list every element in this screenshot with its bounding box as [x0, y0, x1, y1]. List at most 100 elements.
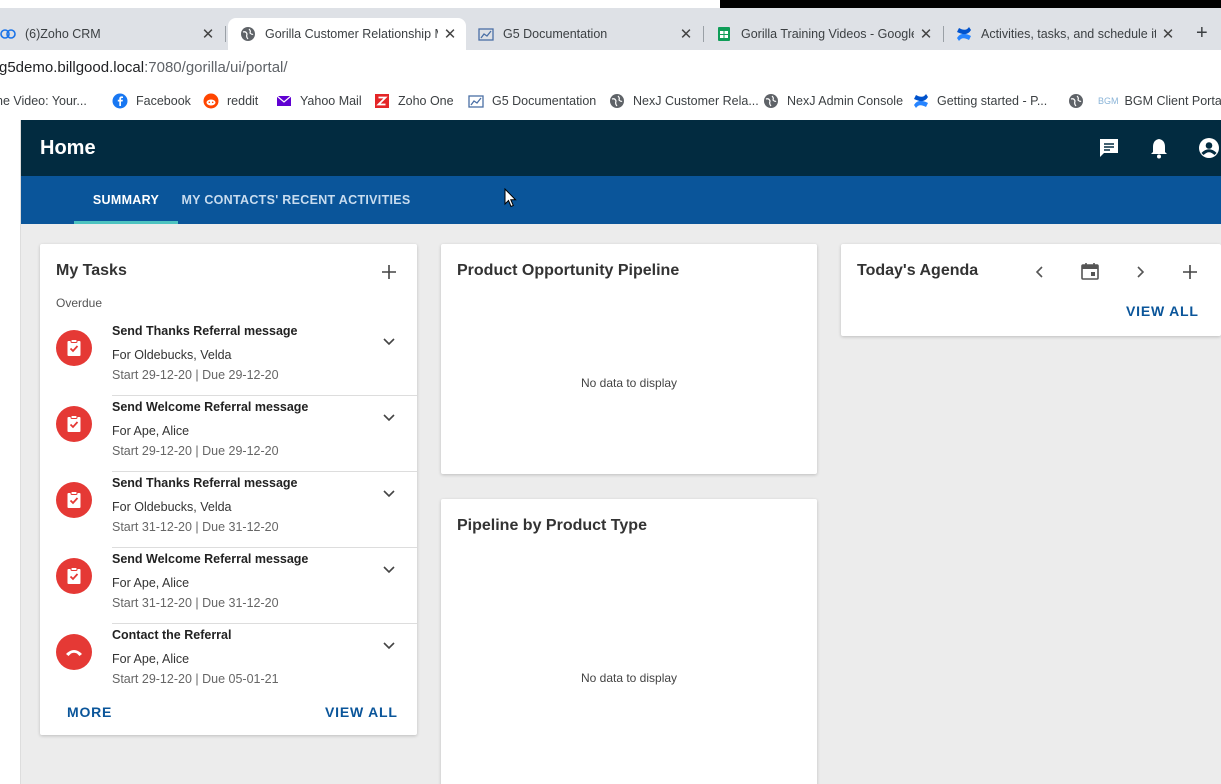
task-contact: For Ape, Alice: [112, 576, 190, 590]
new-tab-button[interactable]: +: [1196, 22, 1208, 45]
previous-day-button[interactable]: [1031, 263, 1049, 281]
chevron-down-icon[interactable]: [380, 636, 398, 654]
task-title: Send Thanks Referral message: [112, 324, 298, 338]
tab-label: SUMMARY: [92, 193, 160, 207]
clipboard-check-icon: [56, 558, 92, 594]
window-top-edge-dark: [720, 0, 1221, 8]
view-all-agenda-button[interactable]: VIEW ALL: [1126, 303, 1199, 319]
account-icon[interactable]: [1197, 136, 1221, 160]
pipeline-by-type-title: Pipeline by Product Type: [457, 517, 647, 534]
tab-summary[interactable]: SUMMARY: [74, 176, 178, 224]
task-item[interactable]: Send Thanks Referral message For Oldebuc…: [40, 320, 417, 396]
bookmark-zoho-one[interactable]: Zoho One: [374, 85, 454, 117]
tab-separator: [225, 26, 226, 42]
calendar-button[interactable]: [1080, 261, 1100, 281]
bookmark-bgm-client-portal[interactable]: BGM BGM Client Portal: [1068, 85, 1221, 117]
calendar-icon: [1081, 263, 1099, 280]
zoho-crm-icon: [0, 26, 16, 42]
tab-title: Activities, tasks, and schedule ite: [981, 27, 1156, 41]
page-title: Home: [40, 137, 96, 159]
url-path: :7080/gorilla/ui/portal/: [144, 59, 288, 76]
window-top-edge: [0, 0, 720, 8]
bell-icon[interactable]: [1147, 136, 1171, 160]
bookmark-label: Getting started - P...: [937, 94, 1048, 108]
bookmark-facebook[interactable]: Facebook: [112, 85, 191, 117]
plus-icon: [382, 265, 396, 279]
clipboard-check-icon: [56, 482, 92, 518]
no-data-message: No data to display: [580, 671, 678, 685]
bookmark-getting-started[interactable]: Getting started - P...: [913, 85, 1047, 117]
tab-close-button[interactable]: ✕: [1160, 25, 1176, 43]
tab-title: (6)Zoho CRM: [25, 27, 101, 41]
chevron-down-icon[interactable]: [380, 484, 398, 502]
tab-close-button[interactable]: ✕: [442, 25, 458, 43]
browser-tab-zoho-crm[interactable]: (6)Zoho CRM ✕: [0, 18, 226, 50]
bookmark-nexj-customer[interactable]: NexJ Customer Rela...: [609, 85, 759, 117]
app-header: Home: [21, 120, 1221, 176]
crm-app: Home SUMMARY MY CONTACTS' RECENT ACTIVIT…: [21, 120, 1221, 784]
bookmark-reddit[interactable]: reddit: [203, 85, 258, 117]
agenda-card: Today's Agenda VIEW ALL: [841, 244, 1221, 336]
bookmark-video[interactable]: ne Video: Your...: [0, 85, 87, 117]
add-task-button[interactable]: [380, 263, 398, 281]
chevron-down-icon[interactable]: [380, 332, 398, 350]
task-dates: Start 31-12-20 | Due 31-12-20: [112, 596, 279, 610]
task-item[interactable]: Send Welcome Referral message For Ape, A…: [40, 396, 417, 472]
no-data-message: No data to display: [580, 376, 678, 390]
tab-recent-activities[interactable]: MY CONTACTS' RECENT ACTIVITIES: [180, 176, 412, 224]
yahoo-mail-icon: [276, 93, 292, 109]
my-tasks-title: My Tasks: [56, 262, 127, 279]
browser-tab-activities[interactable]: Activities, tasks, and schedule ite ✕: [946, 18, 1186, 50]
g5-docs-icon: [478, 26, 494, 42]
my-tasks-card: My Tasks Overdue Send Thanks Referral me…: [40, 244, 417, 735]
browser-tab-training-videos[interactable]: Gorilla Training Videos - Google S ✕: [706, 18, 944, 50]
tab-close-button[interactable]: ✕: [918, 25, 934, 43]
browser-tab-gorilla-crm[interactable]: Gorilla Customer Relationship Ma ✕: [228, 18, 466, 50]
tab-title: G5 Documentation: [503, 27, 608, 41]
task-contact: For Ape, Alice: [112, 652, 190, 666]
facebook-icon: [112, 93, 128, 109]
chevron-right-icon: [1137, 266, 1145, 278]
bookmark-g5-documentation[interactable]: G5 Documentation: [468, 85, 596, 117]
bookmark-nexj-admin[interactable]: NexJ Admin Console: [763, 85, 903, 117]
task-title: Send Welcome Referral message: [112, 400, 309, 414]
task-dates: Start 29-12-20 | Due 05-01-21: [112, 672, 279, 686]
view-all-tasks-button[interactable]: VIEW ALL: [325, 704, 398, 720]
pipeline-by-type-card: Pipeline by Product Type No data to disp…: [441, 499, 817, 784]
left-rail: [0, 120, 21, 784]
summary-nav: SUMMARY MY CONTACTS' RECENT ACTIVITIES: [21, 176, 1221, 224]
globe-icon: [240, 26, 256, 42]
g5-docs-icon: [468, 93, 484, 109]
mouse-cursor-icon: [504, 187, 518, 213]
task-item[interactable]: Contact the Referral For Ape, Alice Star…: [40, 624, 417, 700]
task-dates: Start 29-12-20 | Due 29-12-20: [112, 368, 279, 382]
tab-close-button[interactable]: ✕: [678, 25, 694, 43]
reddit-icon: [203, 93, 219, 109]
add-agenda-item-button[interactable]: [1181, 263, 1199, 281]
bookmark-label: reddit: [227, 94, 259, 108]
address-bar[interactable]: g5demo.billgood.local:7080/gorilla/ui/po…: [0, 50, 1221, 85]
pipeline-card: Product Opportunity Pipeline No data to …: [441, 244, 817, 474]
agenda-title: Today's Agenda: [857, 262, 979, 279]
tab-label: MY CONTACTS' RECENT ACTIVITIES: [181, 193, 411, 207]
browser-tab-g5-documentation[interactable]: G5 Documentation ✕: [468, 18, 704, 50]
bookmark-label: Facebook: [136, 94, 191, 108]
chevron-down-icon[interactable]: [380, 560, 398, 578]
url-text[interactable]: g5demo.billgood.local:7080/gorilla/ui/po…: [0, 59, 288, 76]
bgm-icon: BGM: [1098, 96, 1119, 106]
more-button[interactable]: MORE: [67, 704, 112, 720]
task-item[interactable]: Send Welcome Referral message For Ape, A…: [40, 548, 417, 624]
task-contact: For Ape, Alice: [112, 424, 190, 438]
task-item[interactable]: Send Thanks Referral message For Oldebuc…: [40, 472, 417, 548]
bookmark-yahoo-mail[interactable]: Yahoo Mail: [276, 85, 362, 117]
globe-icon: [609, 93, 625, 109]
chat-icon[interactable]: [1097, 136, 1121, 160]
tab-close-button[interactable]: ✕: [200, 25, 216, 43]
browser-tab-strip: (6)Zoho CRM ✕ Gorilla Customer Relations…: [0, 0, 1221, 50]
tab-title: Gorilla Customer Relationship Ma: [265, 27, 438, 41]
chevron-left-icon: [1035, 266, 1043, 278]
next-day-button[interactable]: [1131, 263, 1149, 281]
chevron-down-icon[interactable]: [380, 408, 398, 426]
pipeline-title: Product Opportunity Pipeline: [457, 262, 680, 279]
globe-icon: [1068, 93, 1084, 109]
